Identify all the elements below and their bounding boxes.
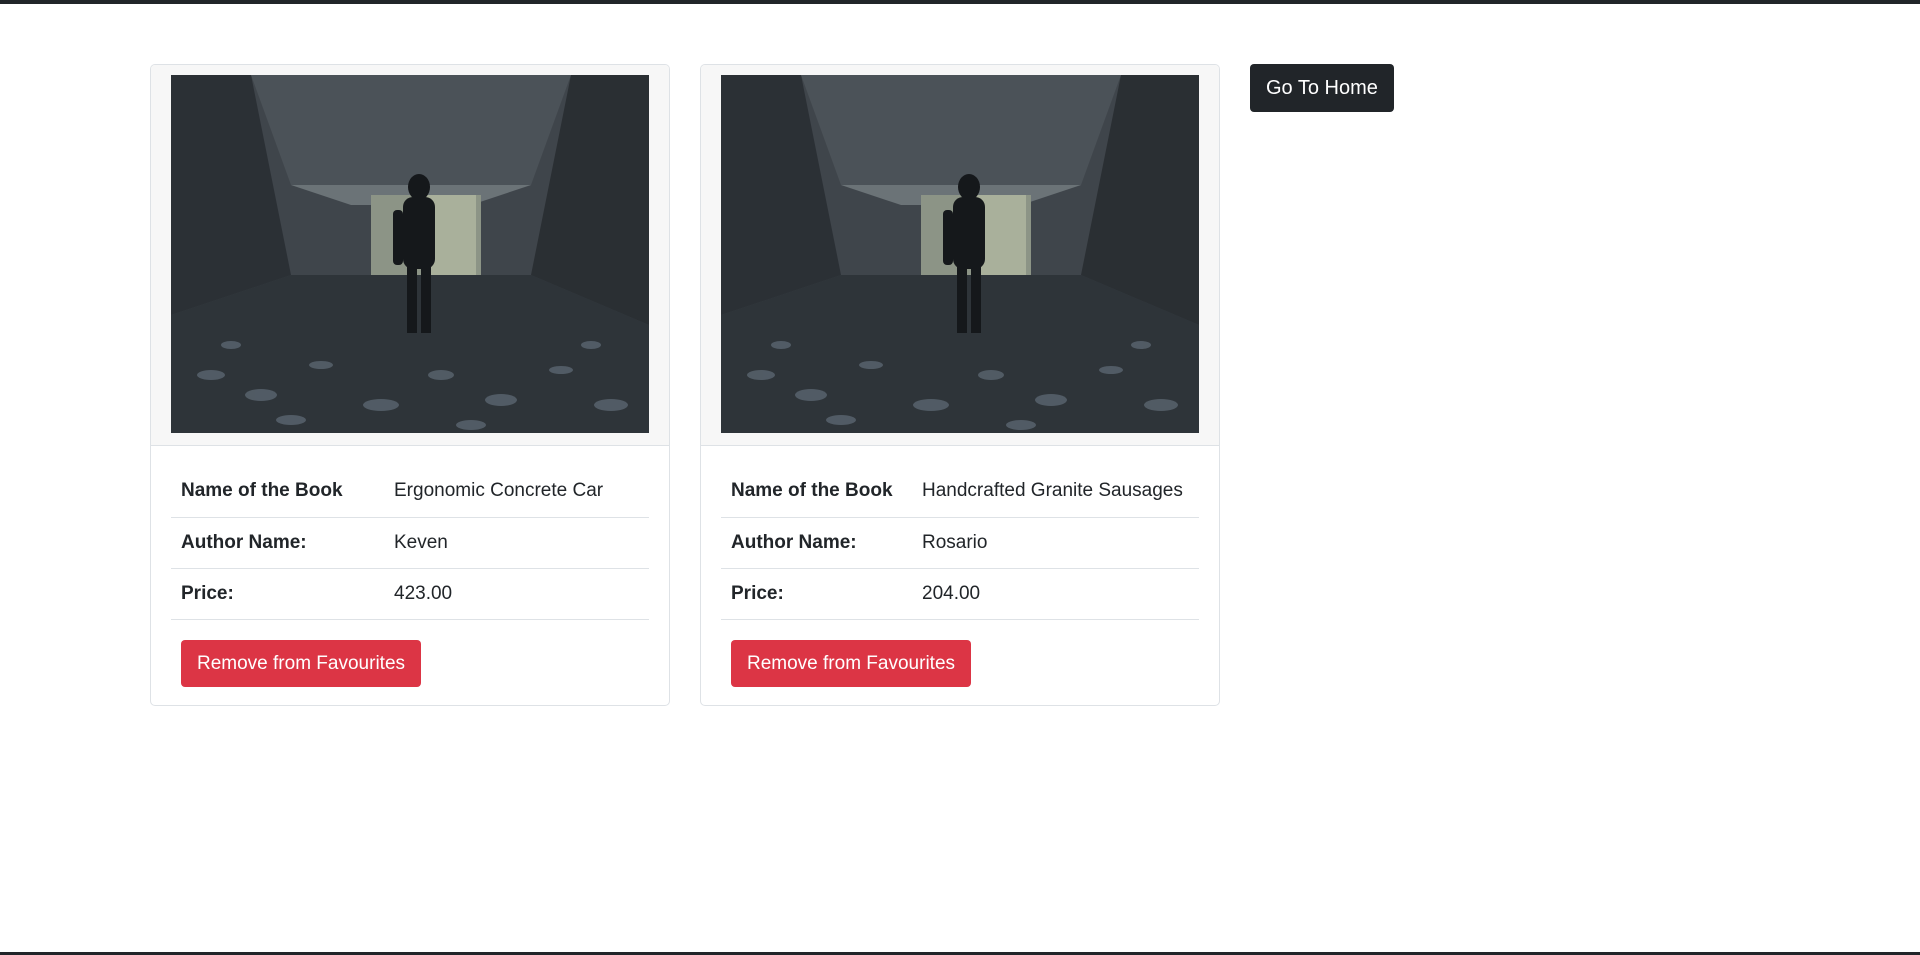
top-border	[0, 0, 1920, 4]
remove-from-favourites-button[interactable]: Remove from Favourites	[731, 639, 972, 687]
book-name-value: Ergonomic Concrete Car	[384, 466, 649, 518]
go-to-home-button[interactable]: Go To Home	[1250, 64, 1394, 112]
price-value: 423.00	[384, 568, 649, 620]
price-row: Price: 423.00	[171, 568, 649, 620]
favourite-book-card: Name of the Book Handcrafted Granite Sau…	[700, 64, 1220, 706]
price-row: Price: 204.00	[721, 568, 1199, 620]
price-label: Price:	[171, 568, 384, 620]
book-name-value: Handcrafted Granite Sausages	[912, 466, 1199, 518]
author-label: Author Name:	[171, 517, 384, 569]
author-value: Keven	[384, 517, 649, 569]
book-name-row: Name of the Book Handcrafted Granite Sau…	[721, 466, 1199, 518]
card-image-area	[701, 65, 1219, 446]
card-body: Name of the Book Ergonomic Concrete Car …	[151, 446, 669, 687]
author-value: Rosario	[912, 517, 1199, 569]
cover-photo-graphic	[721, 75, 1199, 433]
book-name-row: Name of the Book Ergonomic Concrete Car	[171, 466, 649, 518]
card-image-area	[151, 65, 669, 446]
favourite-book-card: Name of the Book Ergonomic Concrete Car …	[150, 64, 670, 706]
author-row: Author Name: Rosario	[721, 517, 1199, 569]
book-name-label: Name of the Book	[721, 466, 912, 518]
card-body: Name of the Book Handcrafted Granite Sau…	[701, 446, 1219, 687]
price-value: 204.00	[912, 568, 1199, 620]
remove-from-favourites-button[interactable]: Remove from Favourites	[181, 639, 422, 687]
book-cover-image	[171, 75, 649, 433]
book-details-table: Name of the Book Handcrafted Granite Sau…	[721, 466, 1199, 620]
book-details-table: Name of the Book Ergonomic Concrete Car …	[171, 466, 649, 620]
cover-photo-graphic	[171, 75, 649, 433]
book-name-label: Name of the Book	[171, 466, 384, 518]
author-row: Author Name: Keven	[171, 517, 649, 569]
author-label: Author Name:	[721, 517, 912, 569]
book-cover-image	[721, 75, 1199, 433]
price-label: Price:	[721, 568, 912, 620]
